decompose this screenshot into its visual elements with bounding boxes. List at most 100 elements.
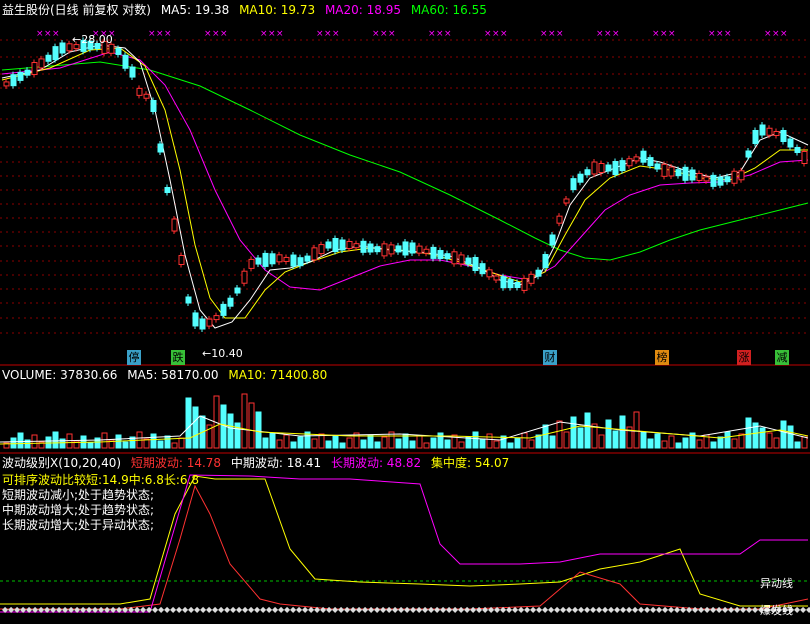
event-tag-limit-up[interactable]: 涨 [737, 350, 751, 365]
volume-bar [458, 441, 465, 449]
volume-bar [759, 427, 766, 449]
volume-bar [185, 397, 192, 449]
candle-body [556, 215, 563, 224]
volume-bar [647, 438, 654, 449]
volume-bar [787, 425, 794, 449]
stock-title: 益生股份(日线 前复权 对数) [2, 3, 151, 17]
event-tag-ranking[interactable]: 榜 [655, 350, 669, 365]
candle-body [45, 54, 52, 62]
limit-mark: × [716, 29, 724, 39]
candle-body [353, 243, 360, 249]
volume-ma5: MA5: 58170.00 [127, 368, 219, 382]
wave-line2: 中期波动增大;处于趋势状态; [2, 503, 155, 517]
candle-body [514, 282, 521, 288]
wave-mid: 中期波动: 18.41 [230, 456, 322, 470]
volume-bar [661, 440, 668, 449]
price-panel[interactable]: × × × × × × × × × × × × × × × × × × × × × × × × × × × × × × × × × × × × × × × ×… [0, 0, 810, 366]
limit-mark: × [604, 29, 612, 39]
limit-mark: × [652, 29, 660, 39]
candle-body [787, 138, 794, 148]
price-chart: × × × × × × × × × × × × × × × × × × × × × × × × × × × × × × × × × × × × × × × ×… [0, 29, 810, 366]
candle-body [430, 246, 437, 259]
ma5-value: MA5: 19.38 [160, 3, 230, 17]
candle-body [367, 243, 374, 253]
event-tag-finance[interactable]: 财 [543, 350, 557, 365]
limit-mark: × [388, 29, 396, 39]
candle-body [185, 296, 192, 304]
limit-mark: × [660, 29, 668, 39]
candle-body [164, 187, 171, 193]
candle-body [731, 170, 738, 184]
candle-body [409, 242, 416, 254]
volume-bar [52, 431, 59, 449]
candle-body [682, 166, 689, 181]
price-low-value: 10.40 [211, 347, 243, 360]
volume-value: VOLUME: 37830.66 [2, 368, 118, 382]
wave-panel[interactable]: ◆ ◆ ◆ ◆ ◆ ◆ ◆ ◆ ◆ ◆ ◆ ◆ ◆ ◆ ◆ ◆ ◆ ◆ ◆ ◆ ◆ ◆ ◆ ◆ ◆ ◆ ◆ ◆ ◆ ◆ ◆ ◆ ◆ ◆ ◆ ◆ ◆ ◆ ◆ ◆… [0, 454, 810, 624]
candle-body [178, 255, 185, 265]
event-tag-reduce[interactable]: 减 [775, 350, 789, 365]
wave-title: 波动级别X(10,20,40) [2, 456, 122, 470]
candle-body [675, 169, 682, 177]
candle-body [269, 253, 276, 265]
candle-body [451, 251, 458, 265]
candle-body [395, 245, 402, 253]
candle-body [647, 157, 654, 167]
candle-body [157, 143, 164, 153]
candle-body [206, 318, 213, 327]
limit-mark: × [156, 29, 164, 39]
candle-body [535, 269, 542, 277]
burst-marker: ◆ [806, 605, 810, 614]
limit-mark: × [332, 29, 340, 39]
candle-body [213, 315, 220, 321]
candle-body [689, 169, 696, 181]
limit-mark: × [324, 29, 332, 39]
candle-body [752, 130, 759, 144]
candle-body [549, 234, 556, 246]
candle-body [374, 246, 381, 253]
limit-mark: × [596, 29, 604, 39]
candle-body [360, 240, 367, 253]
limit-mark: × [372, 29, 380, 39]
volume-bar [612, 430, 619, 449]
volume-bar [241, 393, 248, 449]
wave-long: 长期波动: 48.82 [330, 456, 422, 470]
volume-bar [570, 416, 577, 449]
candle-body [171, 218, 178, 232]
limit-mark: × [212, 29, 220, 39]
volume-bar [745, 417, 752, 449]
limit-mark: × [44, 29, 52, 39]
ma20-value: MA20: 18.95 [324, 3, 401, 17]
volume-bar [682, 437, 689, 449]
candle-body [465, 257, 472, 265]
volume-bar [633, 411, 640, 449]
limit-mark: × [268, 29, 276, 39]
volume-bar [122, 441, 129, 449]
volume-panel[interactable]: VOLUME: 37830.66 MA5: 58170.00 MA10: 714… [0, 366, 810, 454]
volume-bar [444, 439, 451, 449]
candle-body [633, 156, 640, 162]
candle-body [759, 124, 766, 136]
anomaly-line-label: 异动线 [760, 577, 793, 590]
candle-body [143, 93, 150, 99]
candle-body [3, 81, 10, 87]
volume-bar [780, 420, 787, 449]
volume-bar [556, 420, 563, 449]
event-tag-drop[interactable]: 跌 [171, 350, 185, 365]
ma60-line [1, 61, 809, 261]
volume-bar [269, 432, 276, 449]
ma60-value: MA60: 16.55 [410, 3, 487, 17]
limit-mark: × [556, 29, 564, 39]
candle-body [773, 131, 780, 136]
volume-bar [514, 437, 521, 449]
volume-bar [619, 415, 626, 449]
candle-body [325, 241, 332, 249]
limit-mark: × [548, 29, 556, 39]
event-tag-halt[interactable]: 停 [127, 350, 141, 365]
candle-body [381, 243, 388, 257]
candle-body [262, 252, 269, 267]
volume-bar [640, 431, 647, 449]
volume-bar [157, 440, 164, 449]
candle-body [227, 297, 234, 307]
candle-body [577, 173, 584, 183]
